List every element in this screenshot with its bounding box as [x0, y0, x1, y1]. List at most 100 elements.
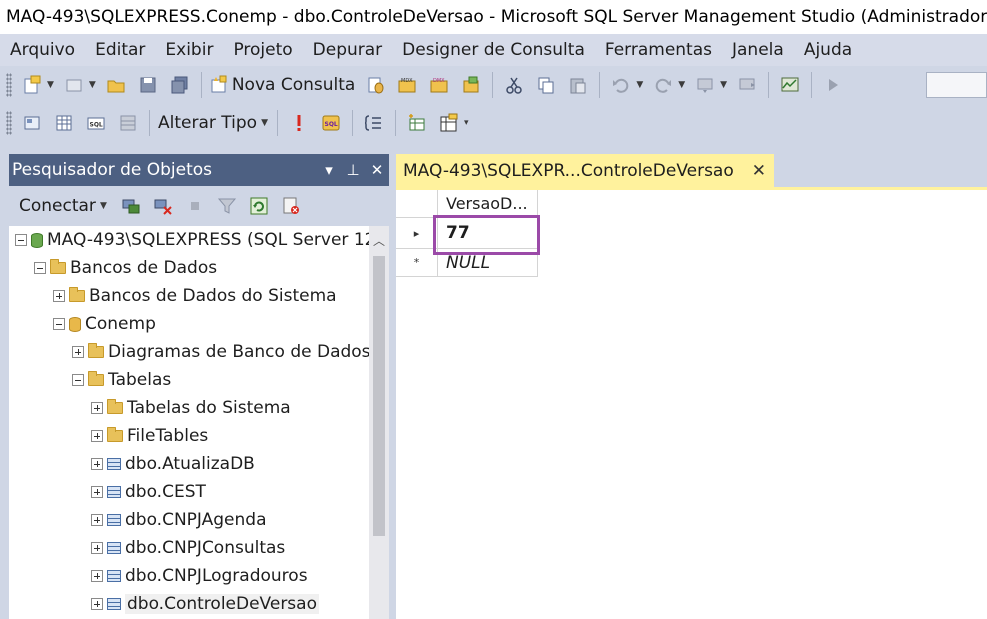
paste-button[interactable]	[564, 71, 592, 99]
execute-sql-button[interactable]	[285, 109, 313, 137]
expand-icon[interactable]	[53, 290, 65, 302]
toolbar-grip[interactable]	[6, 73, 12, 97]
tree-node[interactable]: dbo.CNPJConsultas	[91, 534, 285, 562]
collapse-icon[interactable]	[15, 234, 27, 246]
menu-exibir[interactable]: Exibir	[155, 34, 223, 66]
show-results-pane-button[interactable]	[114, 109, 142, 137]
undo-button[interactable]	[607, 71, 635, 99]
expand-icon[interactable]	[91, 570, 103, 582]
collapse-icon[interactable]	[72, 374, 84, 386]
close-icon[interactable]: ✕	[365, 161, 389, 179]
menu-arquivo[interactable]: Arquivo	[0, 34, 85, 66]
object-explorer-tree: MAQ-493\SQLEXPRESS (SQL Server 12 Bancos …	[9, 226, 369, 619]
tree-node[interactable]: Tabelas	[72, 366, 171, 394]
grid-corner[interactable]	[396, 190, 438, 218]
chevron-down-icon[interactable]: ▼	[47, 80, 54, 90]
tree-node[interactable]: dbo.CNPJAgenda	[91, 506, 267, 534]
tree-node[interactable]: dbo.CNPJLogradouros	[91, 562, 308, 590]
new-project-button[interactable]	[18, 71, 46, 99]
expand-icon[interactable]	[91, 458, 103, 470]
expand-icon[interactable]	[91, 514, 103, 526]
expand-icon[interactable]	[91, 542, 103, 554]
row-marker-current[interactable]: ▸	[396, 218, 438, 249]
chevron-down-icon[interactable]: ▼	[89, 80, 96, 90]
solution-config-dropdown[interactable]	[926, 72, 987, 98]
redo-button[interactable]	[649, 71, 677, 99]
database-engine-query-button[interactable]	[361, 71, 389, 99]
add-new-derived-table-button[interactable]	[435, 109, 463, 137]
scroll-up-icon[interactable]: ︿	[373, 232, 385, 249]
row-marker-new[interactable]: *	[396, 249, 438, 277]
show-criteria-pane-button[interactable]	[50, 109, 78, 137]
xmla-query-button[interactable]	[457, 71, 485, 99]
show-diagram-pane-button[interactable]	[18, 109, 46, 137]
menu-janela[interactable]: Janela	[722, 34, 794, 66]
close-icon[interactable]: ✕	[752, 161, 766, 181]
activity-monitor-button[interactable]	[776, 71, 804, 99]
chevron-down-icon[interactable]: ▼	[636, 80, 643, 90]
dmx-query-button[interactable]: DMX	[425, 71, 453, 99]
cut-button[interactable]	[500, 71, 528, 99]
menu-projeto[interactable]: Projeto	[223, 34, 302, 66]
expand-icon[interactable]	[72, 346, 84, 358]
chevron-down-icon[interactable]: ▼	[720, 80, 727, 90]
window-position-dropdown-icon[interactable]: ▾	[317, 161, 341, 179]
show-sql-pane-button[interactable]: SQL	[82, 109, 110, 137]
tree-node[interactable]: Conemp	[53, 310, 156, 338]
activity-monitor-oe-button[interactable]	[277, 192, 305, 220]
add-item-button[interactable]	[60, 71, 88, 99]
connect-object-explorer-button[interactable]	[117, 192, 145, 220]
tree-node[interactable]: Bancos de Dados	[34, 254, 217, 282]
column-header-versao[interactable]: VersaoD...	[438, 190, 538, 218]
tree-node[interactable]: MAQ-493\SQLEXPRESS (SQL Server 12	[15, 226, 369, 254]
scrollbar-thumb[interactable]	[373, 256, 385, 536]
disconnect-button[interactable]	[149, 192, 177, 220]
save-all-button[interactable]	[166, 71, 194, 99]
tree-node[interactable]: dbo.AtualizaDB	[91, 450, 255, 478]
navigate-forward-button[interactable]	[733, 71, 761, 99]
group-by-button[interactable]	[360, 109, 388, 137]
tree-node[interactable]: FileTables	[91, 422, 208, 450]
redo-icon	[655, 78, 672, 93]
chevron-down-icon[interactable]: ▼	[678, 80, 685, 90]
verify-sql-syntax-button[interactable]: SQL	[317, 109, 345, 137]
tree-node[interactable]: Diagramas de Banco de Dados	[72, 338, 369, 366]
menu-editar[interactable]: Editar	[85, 34, 155, 66]
filter-button[interactable]	[213, 192, 241, 220]
pin-icon[interactable]: ⊥	[341, 161, 365, 179]
expand-icon[interactable]	[91, 486, 103, 498]
open-file-button[interactable]	[102, 71, 130, 99]
expand-icon[interactable]	[91, 598, 103, 610]
chevron-down-icon[interactable]: ▼	[100, 201, 107, 211]
connect-button[interactable]: Conectar	[19, 196, 96, 216]
new-query-button[interactable]: Nova Consulta	[209, 71, 357, 99]
tree-node[interactable]: Bancos de Dados do Sistema	[53, 282, 337, 310]
copy-button[interactable]	[532, 71, 560, 99]
mdx-query-button[interactable]: MDX	[393, 71, 421, 99]
server-icon	[31, 232, 43, 248]
menu-depurar[interactable]: Depurar	[303, 34, 393, 66]
object-explorer-scrollbar[interactable]: ︿	[369, 226, 389, 619]
execute-button[interactable]	[819, 71, 847, 99]
refresh-button[interactable]	[245, 192, 273, 220]
change-type-button[interactable]: Alterar Tipo	[158, 113, 257, 133]
tree-node[interactable]: dbo.CEST	[91, 478, 206, 506]
overflow-icon[interactable]: ▾	[464, 118, 469, 128]
menu-ferramentas[interactable]: Ferramentas	[595, 34, 722, 66]
tab-controle-de-versao[interactable]: MAQ-493\SQLEXPR...ControleDeVersao ✕	[396, 154, 775, 187]
menu-designer-de-consulta[interactable]: Designer de Consulta	[392, 34, 595, 66]
toolbar-grip[interactable]	[6, 111, 12, 135]
menu-ajuda[interactable]: Ajuda	[794, 34, 862, 66]
navigate-back-icon	[697, 78, 713, 93]
navigate-backward-button[interactable]	[691, 71, 719, 99]
expand-icon[interactable]	[91, 430, 103, 442]
tree-node[interactable]: Tabelas do Sistema	[91, 394, 291, 422]
collapse-icon[interactable]	[34, 262, 46, 274]
tree-node[interactable]: dbo.ControleDeVersao	[91, 590, 319, 618]
add-table-button[interactable]	[403, 109, 431, 137]
stop-button[interactable]	[181, 192, 209, 220]
collapse-icon[interactable]	[53, 318, 65, 330]
expand-icon[interactable]	[91, 402, 103, 414]
chevron-down-icon[interactable]: ▼	[261, 118, 268, 128]
save-button[interactable]	[134, 71, 162, 99]
